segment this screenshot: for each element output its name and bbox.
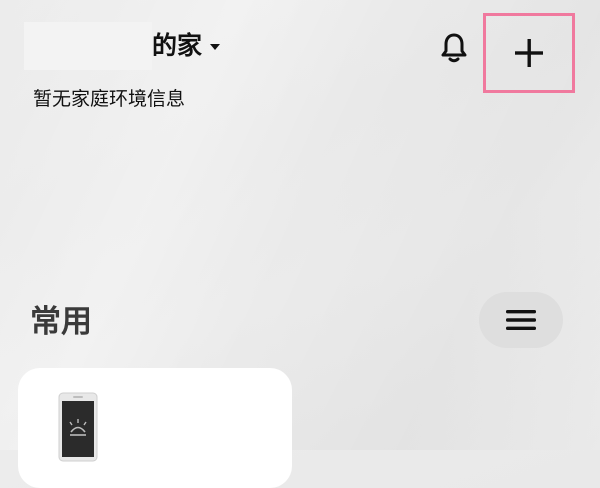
- home-selector[interactable]: 的家: [152, 28, 221, 64]
- caret-down-icon: [210, 44, 221, 50]
- add-button[interactable]: [483, 13, 575, 93]
- home-environment-info: 暂无家庭环境信息: [33, 88, 186, 110]
- notification-button[interactable]: [434, 28, 474, 68]
- device-card[interactable]: [18, 368, 292, 488]
- phone-device-icon: [58, 392, 98, 462]
- redacted-user-name: [24, 22, 152, 70]
- plus-icon: [515, 39, 543, 67]
- section-title-common: 常用: [30, 304, 92, 340]
- section-menu-button[interactable]: [479, 292, 563, 348]
- bell-icon: [441, 33, 467, 63]
- home-title: 的家: [152, 31, 203, 60]
- hamburger-icon: [506, 310, 536, 330]
